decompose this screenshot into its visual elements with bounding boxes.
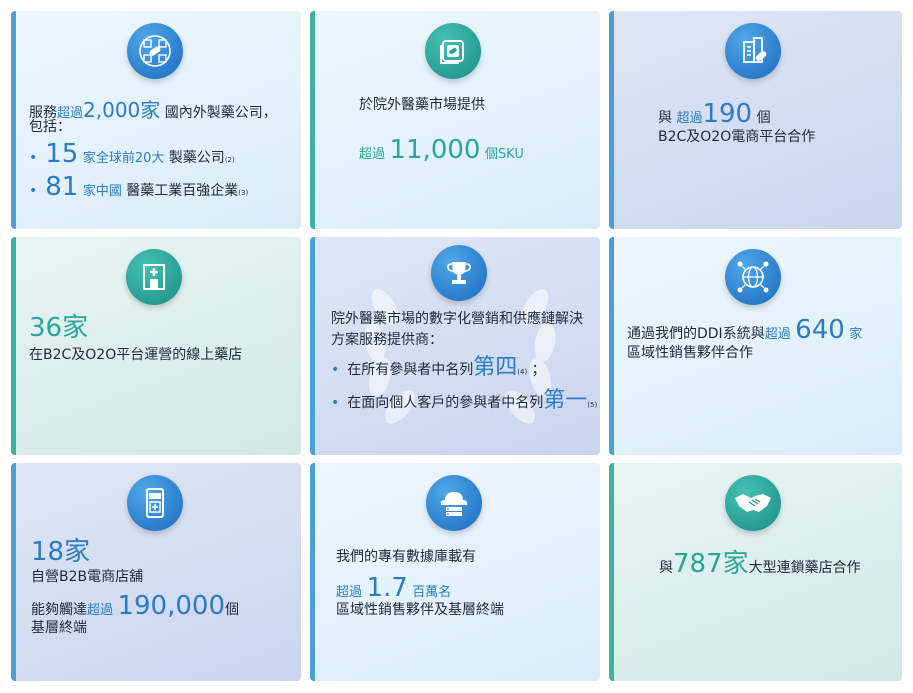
mobile-store-icon (127, 475, 183, 531)
handshake-icon (725, 475, 781, 531)
sku-line1: 於院外醫藥市場提供 (359, 97, 485, 113)
card-manufacturers: 服務超過2,000家 國內外製藥公司， 包括： • 15 家全球前20大 製藥公司… (11, 11, 301, 229)
card-ddi: 通過我們的DDI系統與 超過 640 家 區域性銷售夥伴合作 (609, 237, 902, 455)
card-database: 我們的專有數據庫載有 超過 1.7 百萬名 區域性銷售夥伴及基層終端 (310, 463, 600, 681)
ranking-line1: 院外醫藥市場的數字化營銷和供應鏈解決 (331, 311, 583, 327)
card-ranking: 院外醫藥市場的數字化營銷和供應鏈解決 方案服務提供商： • 在所有參與者中名列 第四… (310, 237, 600, 455)
pill-box-icon (425, 23, 481, 79)
building-pill-icon (725, 23, 781, 79)
ranking-line2: 方案服務提供商： (331, 332, 443, 348)
b2b-stores-count: 18家 (31, 537, 91, 567)
ddi-line2: 區域性銷售夥伴合作 (627, 345, 753, 361)
pharmacy-icon (126, 249, 182, 305)
cloud-database-icon (426, 475, 482, 531)
platforms-line1: 與 超過 190 個 (658, 99, 771, 129)
b2b-stores-desc: 自營B2B電商店舖 (31, 569, 144, 585)
list-item: • 在面向個人客戶的參與者中名列 第一 (5) (331, 388, 598, 413)
pharma-cube-icon (127, 23, 183, 79)
database-line3: 區域性銷售夥伴及基層終端 (336, 602, 504, 618)
network-globe-icon (725, 249, 781, 305)
trophy-icon (431, 245, 487, 301)
card-sku: 於院外醫藥市場提供 超過 11,000 個SKU (310, 11, 600, 229)
database-line1: 我們的專有數據庫載有 (336, 549, 476, 565)
sku-line2: 超過 11,000 個SKU (359, 135, 524, 165)
ddi-line1: 通過我們的DDI系統與 超過 640 家 (627, 315, 863, 345)
chains-line: 與 787家 大型連鎖藥店合作 (659, 549, 861, 579)
card-platforms: 與 超過 190 個 B2C及O2O電商平台合作 (609, 11, 902, 229)
list-item: • 15 家全球前20大 製藥公司 (2) (29, 139, 235, 169)
list-item: • 在所有參與者中名列 第四 (4) ； (331, 355, 546, 380)
online-pharmacies-desc: 在B2C及O2O平台運營的線上藥店 (29, 347, 243, 363)
manufacturers-line2: 包括： (29, 119, 71, 135)
b2b-reach-line2: 基層終端 (31, 620, 87, 636)
card-b2b-stores: 18家 自營B2B電商店舖 能夠觸達 超過 190,000 個 基層終端 (11, 463, 301, 681)
list-item: • 81 家中國 醫藥工業百強企業 (3) (29, 172, 249, 202)
card-chains: 與 787家 大型連鎖藥店合作 (609, 463, 902, 681)
card-online-pharmacies: 36家 在B2C及O2O平台運營的線上藥店 (11, 237, 301, 455)
platforms-line2: B2C及O2O電商平台合作 (658, 129, 816, 145)
online-pharmacies-count: 36家 (29, 313, 89, 343)
